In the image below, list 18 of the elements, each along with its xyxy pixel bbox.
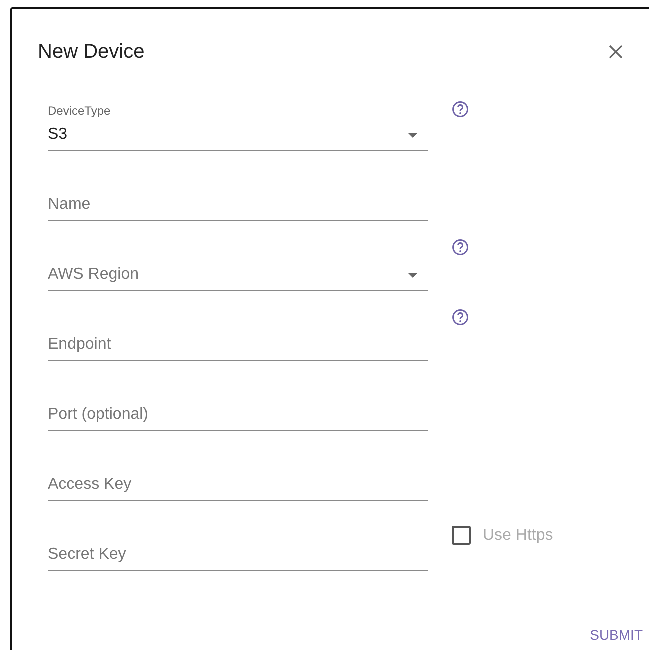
caret-icon: [408, 273, 418, 278]
input-field[interactable]: Secret Key: [48, 546, 388, 564]
select-field[interactable]: AWS Region: [48, 266, 388, 284]
input-field[interactable]: Endpoint: [48, 336, 388, 354]
input-field[interactable]: Access Key: [48, 476, 388, 494]
help-icon[interactable]: [452, 309, 469, 326]
checkbox-label: Use Https: [483, 526, 554, 544]
help-icon[interactable]: [452, 101, 469, 118]
input-field[interactable]: Port (optional): [48, 406, 388, 424]
checkbox[interactable]: [452, 526, 471, 545]
submit-button[interactable]: SUBMIT: [584, 621, 649, 649]
caret-icon: [408, 133, 418, 138]
input-field[interactable]: Name: [48, 196, 388, 214]
https-checkbox[interactable]: Use Https: [452, 526, 554, 545]
dialog-title: New Device: [38, 40, 145, 64]
select-field[interactable]: S3: [48, 126, 388, 144]
field-label: DeviceType: [48, 104, 111, 118]
help-icon[interactable]: [452, 239, 469, 256]
